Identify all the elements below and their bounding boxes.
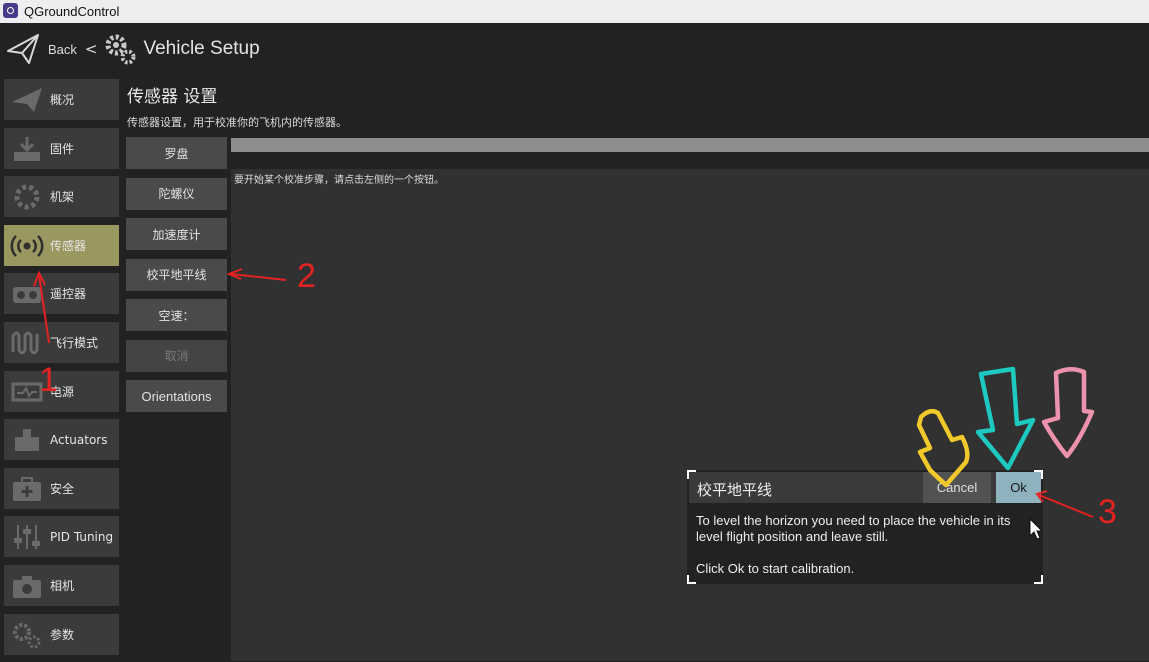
toolbar-header: Back < Vehicle Setup (0, 23, 1149, 75)
dialog-ok-button[interactable]: Ok (996, 472, 1041, 503)
actuators-icon (15, 429, 39, 452)
dialog-corner-marker (1034, 575, 1043, 584)
back-button[interactable]: Back < Vehicle Setup (6, 29, 260, 69)
sidebar-item-label: 飞行模式 (50, 335, 99, 350)
dialog-confirm-text: Click Ok to start calibration. (696, 561, 855, 576)
sidebar-item-label: 机架 (50, 190, 75, 205)
sidebar-item-parameters[interactable]: 参数 (4, 613, 119, 655)
firmware-download-icon (14, 136, 40, 161)
sidebar-item-label: 遥控器 (50, 287, 87, 302)
first-aid-kit-icon (13, 476, 41, 501)
dialog-title: 校平地平线 (697, 481, 773, 499)
sidebar-item-label: 相机 (50, 578, 75, 593)
level-horizon-button[interactable]: 校平地平线 (126, 258, 227, 291)
camera-icon (13, 575, 41, 598)
annotation-number-3: 3 (1098, 493, 1117, 531)
sidebar-item-pid-tuning[interactable]: PID Tuning (4, 516, 119, 558)
sidebar-item-summary[interactable]: 概况 (4, 79, 119, 120)
sensor-button-list: 罗盘 陀螺仪 加速度计 校平地平线 空速： 取消 Orientations (126, 137, 228, 421)
sidebar-item-camera[interactable]: 相机 (4, 564, 119, 606)
sidebar-item-sensors[interactable]: 传感器 (4, 224, 119, 266)
paper-plane-icon (7, 34, 39, 64)
airspeed-button[interactable]: 空速： (126, 299, 227, 331)
sidebar-item-safety[interactable]: 安全 (4, 467, 119, 509)
compass-button[interactable]: 罗盘 (126, 137, 227, 169)
sidebar-item-label: PID Tuning (50, 529, 114, 544)
paper-plane-icon (12, 88, 42, 112)
sidebar-item-label: Actuators (50, 432, 108, 447)
calibration-instruction: 要开始某个校准步骤，请点击左侧的一个按钮。 (234, 175, 444, 186)
radio-controller-icon (13, 287, 41, 304)
sidebar-item-airframe[interactable]: 机架 (4, 176, 119, 218)
airframe-icon (14, 184, 40, 210)
page-description: 传感器设置，用于校准你的飞机内的传感器。 (127, 116, 347, 129)
window-title: QGroundControl (24, 4, 120, 19)
dialog-corner-marker (687, 575, 696, 584)
sidebar-item-label: 安全 (50, 481, 75, 496)
sensor-waves-icon (10, 234, 44, 257)
cancel-calibration-button[interactable]: 取消 (126, 339, 227, 372)
sidebar-item-label: 传感器 (50, 238, 87, 253)
calibration-progress-bar (231, 138, 1149, 152)
breadcrumb-separator: < (84, 40, 98, 58)
sidebar-item-power[interactable]: 电源 (4, 370, 119, 412)
sidebar-item-label: 固件 (50, 141, 75, 156)
page-label: Vehicle Setup (143, 38, 260, 59)
setup-sidebar: 概况 固件 机架 传感器 遥控器 飞行模式 电源 Actuators 安全 PI… (4, 79, 120, 662)
parameters-gears-icon (13, 622, 41, 649)
calibration-content-area (231, 169, 1149, 661)
sidebar-item-label: 参数 (50, 627, 75, 642)
sliders-icon (14, 525, 40, 550)
orientations-button[interactable]: Orientations (126, 380, 227, 412)
dialog-cancel-button[interactable]: Cancel (923, 472, 991, 503)
annotation-number-2: 2 (297, 257, 316, 295)
level-horizon-dialog: 校平地平线 Cancel Ok To level the horizon you… (687, 470, 1043, 584)
flight-modes-wave-icon (11, 331, 39, 355)
sidebar-item-radio[interactable]: 遥控器 (4, 273, 119, 315)
back-label: Back (48, 41, 77, 57)
sidebar-item-firmware[interactable]: 固件 (4, 127, 119, 169)
sidebar-item-label: 概况 (50, 93, 75, 107)
annotation-number-1: 1 (39, 361, 58, 399)
qgroundcontrol-app-icon (3, 3, 18, 18)
dialog-instruction-text: To level the horizon you need to place t… (696, 513, 1011, 544)
gyroscope-button[interactable]: 陀螺仪 (126, 177, 227, 210)
page-title: 传感器 设置 (127, 87, 218, 107)
gears-icon (105, 34, 136, 65)
accelerometer-button[interactable]: 加速度计 (126, 218, 227, 250)
sidebar-item-actuators[interactable]: Actuators (4, 419, 119, 461)
window-title-bar: QGroundControl (0, 0, 1149, 23)
sidebar-item-flight-modes[interactable]: 飞行模式 (4, 321, 119, 363)
dialog-body: To level the horizon you need to place t… (696, 513, 1026, 577)
